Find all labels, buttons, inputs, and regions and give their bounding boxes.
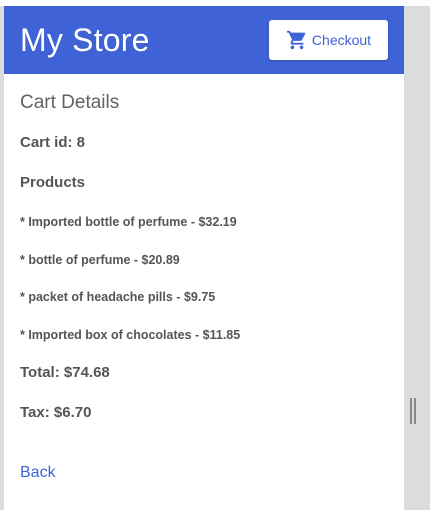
cart-id: Cart id: 8 [20,134,86,151]
product-item: * Imported box of chocolates - $11.85 [20,327,241,342]
cart-total: Total: $74.68 [20,364,110,381]
store-title: My Store [20,22,150,58]
resize-grip-line [414,398,416,424]
products-heading: Products [20,174,86,191]
app-bar: My Store Checkout [4,6,404,74]
product-item: * packet of headache pills - $9.75 [20,290,216,304]
product-list: * Imported bottle of perfume - $32.19 * … [20,214,390,364]
product-item: * Imported bottle of perfume - $32.19 [20,215,237,229]
section-title: Cart Details [20,92,120,113]
store-panel: My Store Checkout Cart Details Cart id: … [4,6,404,510]
resize-handle[interactable] [410,398,416,424]
checkout-label: Checkout [311,32,372,48]
cart-details: Cart Details Cart id: 8 Products * Impor… [20,90,390,481]
back-link[interactable]: Back [20,464,56,482]
product-item: * bottle of perfume - $20.89 [20,252,180,267]
resize-grip-line [410,398,412,424]
shopping-cart-icon [286,29,308,51]
cart-tax: Tax: $6.70 [20,404,92,421]
checkout-button[interactable]: Checkout [269,20,388,60]
